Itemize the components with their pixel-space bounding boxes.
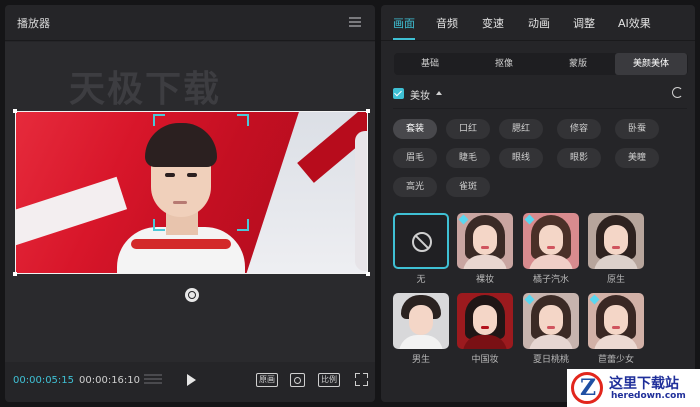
chip-eyelash[interactable]: 睫毛 xyxy=(446,148,490,168)
chip-contour[interactable]: 修容 xyxy=(557,119,601,139)
subtab-mask[interactable]: 蒙版 xyxy=(542,53,614,75)
player-header: 播放器 xyxy=(5,5,375,41)
premium-icon xyxy=(524,294,535,305)
preset-label: 原生 xyxy=(606,275,625,285)
makeup-section-header: 美妆 xyxy=(393,87,687,103)
player-controls: 00:00:05:15 00:00:16:10 原画 比例 xyxy=(5,362,375,402)
tab-animation[interactable]: 动画 xyxy=(528,15,550,31)
preset-label: 苣蕾少女 xyxy=(597,355,634,365)
tab-ai-effects[interactable]: AI效果 xyxy=(618,15,651,31)
tab-bar: 画面 音频 变速 动画 调整 AI效果 xyxy=(381,5,695,41)
active-tab-indicator xyxy=(393,38,415,40)
chip-eyeliner[interactable]: 眼线 xyxy=(499,148,543,168)
premium-icon xyxy=(524,214,535,225)
divider xyxy=(393,108,687,109)
total-time: 00:00:16:10 xyxy=(79,375,141,386)
chip-freckles[interactable]: 雀斑 xyxy=(446,177,490,197)
chip-contacts[interactable]: 美瞳 xyxy=(615,148,659,168)
player-title: 播放器 xyxy=(17,17,50,30)
rotate-icon[interactable] xyxy=(185,288,199,302)
preset-label: 橘子汽水 xyxy=(532,275,569,285)
ratio-button[interactable]: 比例 xyxy=(318,373,340,387)
preset-label: 中国妆 xyxy=(471,355,499,365)
original-button[interactable]: 原画 xyxy=(256,373,278,387)
properties-panel: 画面 音频 变速 动画 调整 AI效果 基础 抠像 蒙版 美颜美体 美妆 套装 … xyxy=(381,5,695,402)
subtab-bar: 基础 抠像 蒙版 美颜美体 xyxy=(394,53,688,75)
face-detect-bracket xyxy=(153,114,165,126)
resize-handle[interactable] xyxy=(366,109,370,113)
current-time: 00:00:05:15 xyxy=(13,375,75,386)
chip-eye-bags[interactable]: 卧蚕 xyxy=(615,119,659,139)
makeup-checkbox[interactable] xyxy=(393,88,404,99)
preview-canvas[interactable]: 天极下载 xyxy=(5,42,375,362)
premium-icon xyxy=(458,214,469,225)
menu-icon[interactable] xyxy=(349,17,361,27)
video-frame[interactable] xyxy=(15,111,368,274)
player-panel: 播放器 天极下载 00:00:05:15 00:00:16:10 原画 比例 xyxy=(5,5,375,402)
resize-handle[interactable] xyxy=(13,109,17,113)
subtab-basic[interactable]: 基础 xyxy=(394,53,466,75)
chip-lipstick[interactable]: 口红 xyxy=(446,119,490,139)
subtab-beauty[interactable]: 美颜美体 xyxy=(615,53,687,75)
tab-audio[interactable]: 音频 xyxy=(436,15,458,31)
focus-icon[interactable] xyxy=(290,373,305,387)
chip-eyeshadow[interactable]: 眼影 xyxy=(557,148,601,168)
waveform-icon[interactable] xyxy=(144,374,162,387)
resize-handle[interactable] xyxy=(366,272,370,276)
premium-icon xyxy=(589,294,600,305)
collapse-icon[interactable] xyxy=(436,91,442,95)
chip-blush[interactable]: 腮红 xyxy=(499,119,543,139)
tab-picture[interactable]: 画面 xyxy=(393,15,415,31)
play-icon[interactable] xyxy=(187,374,196,386)
site-logo-icon xyxy=(571,372,603,404)
preset-label: 裸妆 xyxy=(475,275,494,285)
makeup-title: 美妆 xyxy=(410,91,430,102)
face-detect-bracket xyxy=(237,219,249,231)
subtab-cutout[interactable]: 抠像 xyxy=(468,53,540,75)
face-detect-bracket xyxy=(153,219,165,231)
person-image xyxy=(111,117,251,274)
tab-speed[interactable]: 变速 xyxy=(482,15,504,31)
chip-suite[interactable]: 套装 xyxy=(393,119,437,139)
tab-adjust[interactable]: 调整 xyxy=(573,15,595,31)
editor-window: 播放器 天极下载 00:00:05:15 00:00:16:10 原画 比例 画… xyxy=(0,0,700,407)
chip-eyebrow[interactable]: 眉毛 xyxy=(393,148,437,168)
preset-label: 无 xyxy=(416,275,426,285)
none-icon xyxy=(412,232,432,252)
face-detect-bracket xyxy=(237,114,249,126)
chip-highlight[interactable]: 高光 xyxy=(393,177,437,197)
site-url: heredown.com xyxy=(611,391,686,401)
site-watermark-badge: 这里下载站 heredown.com xyxy=(567,369,700,407)
resize-handle[interactable] xyxy=(13,272,17,276)
reset-icon[interactable] xyxy=(672,87,683,98)
preset-label: 男生 xyxy=(411,355,430,365)
fullscreen-icon[interactable] xyxy=(355,373,368,386)
watermark-text: 天极下载 xyxy=(69,69,222,110)
site-name: 这里下载站 xyxy=(609,376,679,392)
preset-label: 夏日桃桃 xyxy=(532,355,569,365)
